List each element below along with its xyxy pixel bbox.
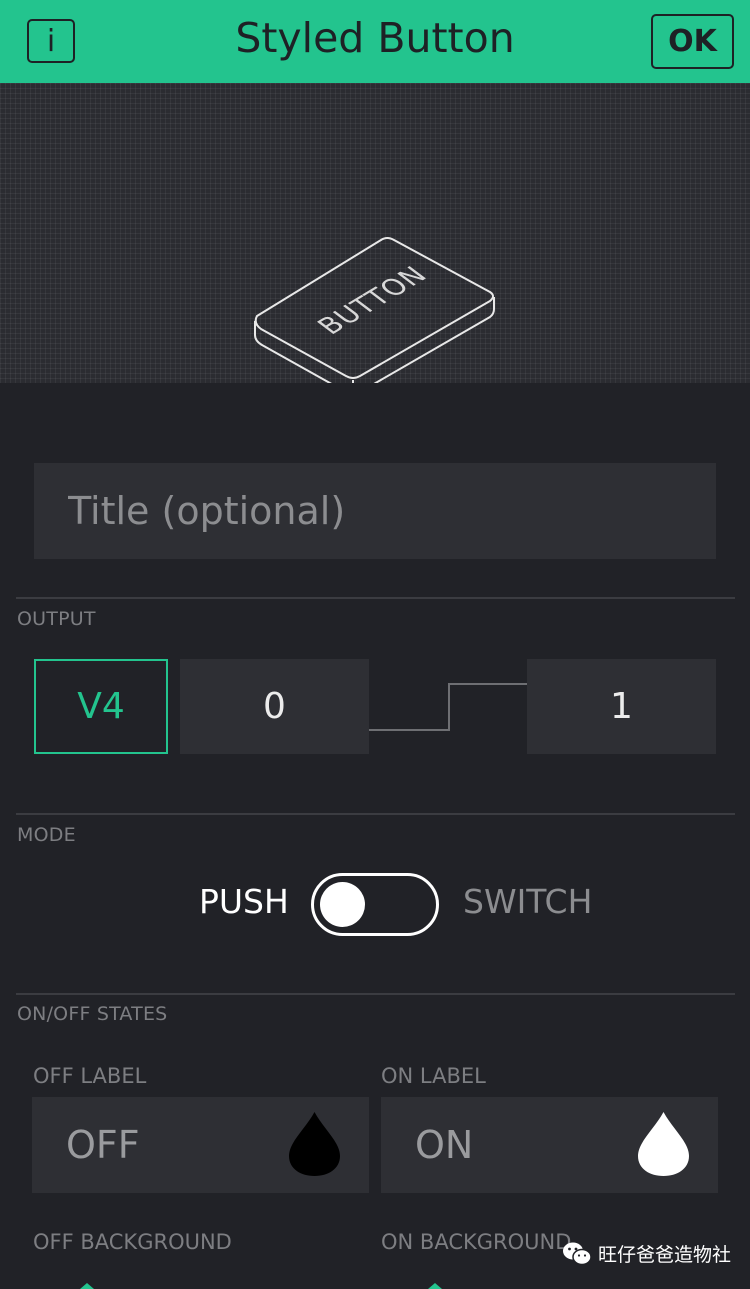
off-label-field[interactable]: OFF — [32, 1097, 369, 1193]
mode-toggle[interactable] — [311, 873, 439, 936]
preview-button-label: BUTTON — [311, 262, 434, 340]
info-button[interactable]: i — [27, 19, 75, 63]
off-label-heading: OFF LABEL — [33, 1064, 147, 1088]
step-line-graphic — [369, 683, 529, 731]
output-min-field[interactable]: 0 — [180, 659, 369, 754]
on-background-indicator-icon[interactable] — [428, 1283, 442, 1289]
off-color-drop-icon[interactable] — [287, 1110, 342, 1178]
pin-selector[interactable]: V4 — [34, 659, 168, 754]
output-section-label: OUTPUT — [17, 608, 96, 630]
toggle-knob — [320, 882, 365, 927]
on-color-drop-icon[interactable] — [636, 1110, 691, 1178]
watermark-text: 旺仔爸爸造物社 — [598, 1244, 732, 1266]
off-background-indicator-icon[interactable] — [80, 1283, 94, 1289]
ok-button[interactable]: OK — [651, 14, 734, 69]
switch-label[interactable]: SWITCH — [463, 882, 592, 921]
divider — [16, 993, 735, 995]
watermark: 旺仔爸爸造物社 — [562, 1240, 731, 1267]
off-background-heading: OFF BACKGROUND — [33, 1230, 232, 1254]
page-title: Styled Button — [235, 14, 515, 62]
wechat-icon — [563, 1242, 592, 1265]
on-label-value: ON — [415, 1123, 474, 1167]
button-illustration: BUTTON — [254, 237, 495, 383]
header-bar: i Styled Button OK — [0, 0, 750, 83]
on-label-heading: ON LABEL — [381, 1064, 486, 1088]
title-input[interactable] — [34, 463, 716, 559]
divider — [16, 813, 735, 815]
on-background-heading: ON BACKGROUND — [381, 1230, 572, 1254]
states-section-label: ON/OFF STATES — [17, 1003, 168, 1025]
divider — [16, 597, 735, 599]
on-label-field[interactable]: ON — [381, 1097, 718, 1193]
off-label-value: OFF — [66, 1123, 140, 1167]
widget-preview: BUTTON — [0, 83, 750, 383]
mode-section-label: MODE — [17, 824, 76, 846]
output-max-field[interactable]: 1 — [527, 659, 716, 754]
push-label[interactable]: PUSH — [199, 882, 289, 921]
